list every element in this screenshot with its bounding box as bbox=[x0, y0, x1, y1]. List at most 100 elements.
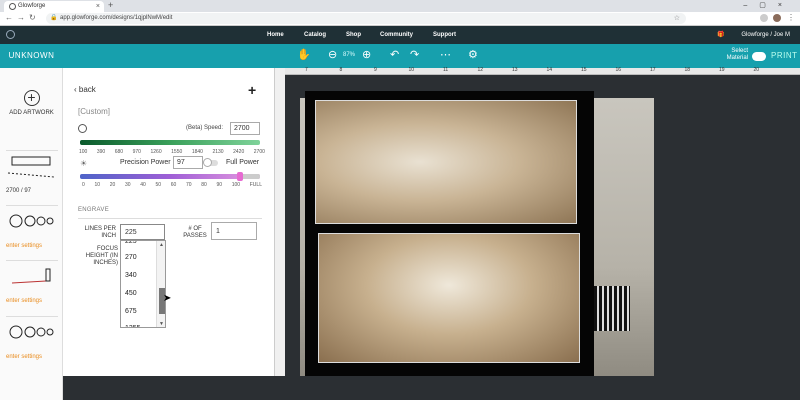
reload-icon[interactable]: ↻ bbox=[29, 13, 36, 22]
power-tick-label: 80 bbox=[201, 182, 207, 188]
lpi-option[interactable]: 270 bbox=[125, 254, 137, 261]
power-tick-label: 40 bbox=[140, 182, 146, 188]
lpi-option[interactable]: 1355 bbox=[125, 325, 141, 327]
gear-icon[interactable]: ⚙ bbox=[468, 48, 478, 61]
power-tick-label: 70 bbox=[185, 182, 192, 188]
leaf-engraving-image-bottom[interactable] bbox=[318, 233, 580, 363]
full-power-toggle-knob[interactable] bbox=[203, 158, 212, 167]
enter-settings-link[interactable]: enter settings bbox=[6, 243, 58, 249]
add-circle-icon: + bbox=[23, 90, 40, 106]
ruler-mark: 19 bbox=[719, 67, 725, 73]
new-tab-button[interactable]: + bbox=[108, 0, 113, 11]
bookmark-star-icon[interactable]: ☆ bbox=[674, 13, 680, 24]
power-label: Precision Power bbox=[120, 159, 171, 166]
speed-tick-label: 2700 bbox=[253, 149, 265, 155]
power-tick-label: 90 bbox=[216, 182, 223, 188]
nav-community[interactable]: Community bbox=[380, 26, 413, 44]
user-menu[interactable]: Glowforge / Joe M bbox=[741, 26, 790, 44]
enter-settings-link[interactable]: enter settings bbox=[6, 298, 58, 304]
mouse-pointer-icon: ➤ bbox=[163, 293, 172, 304]
circles-artwork-thumbnail bbox=[9, 214, 54, 228]
artwork-step-2[interactable]: enter settings bbox=[6, 205, 58, 249]
speed-tick-label: 680 bbox=[114, 149, 124, 155]
speed-input[interactable]: 2700 bbox=[230, 122, 260, 135]
power-slider[interactable] bbox=[80, 172, 260, 181]
preset-name: [Custom] bbox=[78, 107, 111, 116]
speed-tick-label: 1260 bbox=[150, 149, 162, 155]
zoom-out-icon[interactable]: ⊖ bbox=[328, 48, 337, 61]
lines-per-inch-label: LINES PER INCH bbox=[84, 226, 116, 239]
tab-title: Glowforge bbox=[18, 3, 46, 9]
speed-tick-label: 1840 bbox=[191, 149, 203, 155]
bottom-area bbox=[0, 376, 800, 400]
power-slider-handle[interactable] bbox=[237, 172, 244, 181]
step-1-settings: 2700 / 97 bbox=[6, 188, 32, 194]
forward-arrow-icon[interactable]: → bbox=[17, 13, 25, 22]
lpi-option[interactable]: 450 bbox=[125, 290, 137, 297]
leaf-engraving-image-top[interactable] bbox=[315, 100, 577, 224]
address-bar: ← → ↻ 🔒 app.glowforge.com/designs/1qjplN… bbox=[0, 12, 800, 26]
panel-scrollbar[interactable] bbox=[275, 68, 285, 376]
artwork-step-3[interactable]: enter settings bbox=[6, 260, 58, 304]
speedometer-icon bbox=[78, 124, 87, 133]
gift-icon[interactable]: 🎁 bbox=[717, 26, 724, 44]
lpi-option[interactable]: 340 bbox=[125, 272, 137, 279]
sun-power-icon: ☀ bbox=[80, 159, 88, 168]
browser-menu-icon[interactable]: ⋮ bbox=[787, 13, 795, 22]
speed-tick-label: 1550 bbox=[171, 149, 183, 155]
lpi-option[interactable]: 675 bbox=[125, 308, 137, 315]
extension-icon[interactable] bbox=[760, 14, 768, 22]
divider bbox=[78, 218, 262, 219]
add-step-button[interactable]: + bbox=[248, 82, 256, 98]
redo-icon[interactable]: ↷ bbox=[410, 48, 419, 61]
circles-artwork-thumbnail bbox=[9, 325, 54, 339]
line-artwork-thumbnail bbox=[11, 268, 51, 284]
hand-pan-icon[interactable]: ✋ bbox=[297, 48, 311, 61]
scroll-up-icon[interactable]: ▲ bbox=[159, 242, 164, 248]
zoom-level: 87% bbox=[343, 52, 356, 58]
power-tick-label: 20 bbox=[109, 182, 116, 188]
add-artwork-button[interactable]: + ADD ARTWORK bbox=[0, 90, 63, 117]
undo-icon[interactable]: ↶ bbox=[390, 48, 399, 61]
artwork-step-4[interactable]: enter settings bbox=[6, 316, 58, 360]
window-controls[interactable]: –▢× bbox=[743, 0, 794, 11]
select-material-toggle[interactable] bbox=[752, 52, 766, 61]
print-button[interactable]: PRINT bbox=[771, 51, 798, 60]
lines-per-inch-dropdown[interactable]: 225 270 340 450 675 1355 ▲ ▼ bbox=[120, 240, 166, 328]
focus-height-label: FOCUS HEIGHT (IN INCHES) bbox=[85, 246, 118, 266]
browser-tab-strip: Glowforge × + –▢× bbox=[0, 0, 800, 12]
more-options-icon[interactable]: ⋯ bbox=[440, 48, 451, 61]
lines-per-inch-select[interactable]: 225 bbox=[120, 224, 165, 240]
scroll-down-icon[interactable]: ▼ bbox=[159, 321, 164, 327]
power-input[interactable]: 97 bbox=[173, 156, 203, 169]
power-tick-label: 60 bbox=[170, 182, 177, 188]
browser-tab[interactable]: Glowforge × bbox=[4, 1, 104, 12]
nav-catalog[interactable]: Catalog bbox=[304, 26, 326, 44]
speed-ticks: 100 390 680 970 1260 1550 1840 2130 2420 2700 bbox=[79, 149, 265, 155]
nav-home[interactable]: Home bbox=[267, 26, 284, 44]
zoom-in-icon[interactable]: ⊕ bbox=[362, 48, 371, 61]
lpi-option[interactable]: 225 bbox=[125, 241, 137, 245]
back-button[interactable]: ‹ back bbox=[74, 85, 96, 94]
nav-support[interactable]: Support bbox=[433, 26, 456, 44]
glowforge-logo-icon[interactable] bbox=[6, 30, 15, 39]
ruler-mark: 12 bbox=[477, 67, 484, 73]
artwork-step-1[interactable]: 2700 / 97 bbox=[6, 150, 58, 194]
ruler-mark: 16 bbox=[615, 67, 622, 73]
power-tick-label: 30 bbox=[124, 182, 131, 188]
speed-tick-label: 2420 bbox=[233, 149, 245, 155]
url-field[interactable]: 🔒 app.glowforge.com/designs/1qjplNwM/edi… bbox=[46, 13, 686, 24]
select-material-label[interactable]: Select Material bbox=[716, 48, 748, 62]
ruler-mark: 7 bbox=[305, 67, 308, 73]
power-tick-label: 10 bbox=[94, 182, 101, 188]
speed-slider[interactable] bbox=[80, 140, 260, 145]
back-arrow-icon[interactable]: ← bbox=[5, 13, 13, 22]
profile-avatar[interactable] bbox=[773, 14, 781, 22]
enter-settings-link[interactable]: enter settings bbox=[6, 354, 58, 360]
tab-close-icon[interactable]: × bbox=[96, 1, 100, 12]
passes-input[interactable]: 1 bbox=[211, 222, 257, 240]
ruler-mark: 20 bbox=[753, 67, 760, 73]
speed-tick-label: 970 bbox=[132, 149, 141, 155]
nav-shop[interactable]: Shop bbox=[346, 26, 361, 44]
dropdown-scrollbar[interactable]: ▲ ▼ bbox=[156, 241, 165, 327]
